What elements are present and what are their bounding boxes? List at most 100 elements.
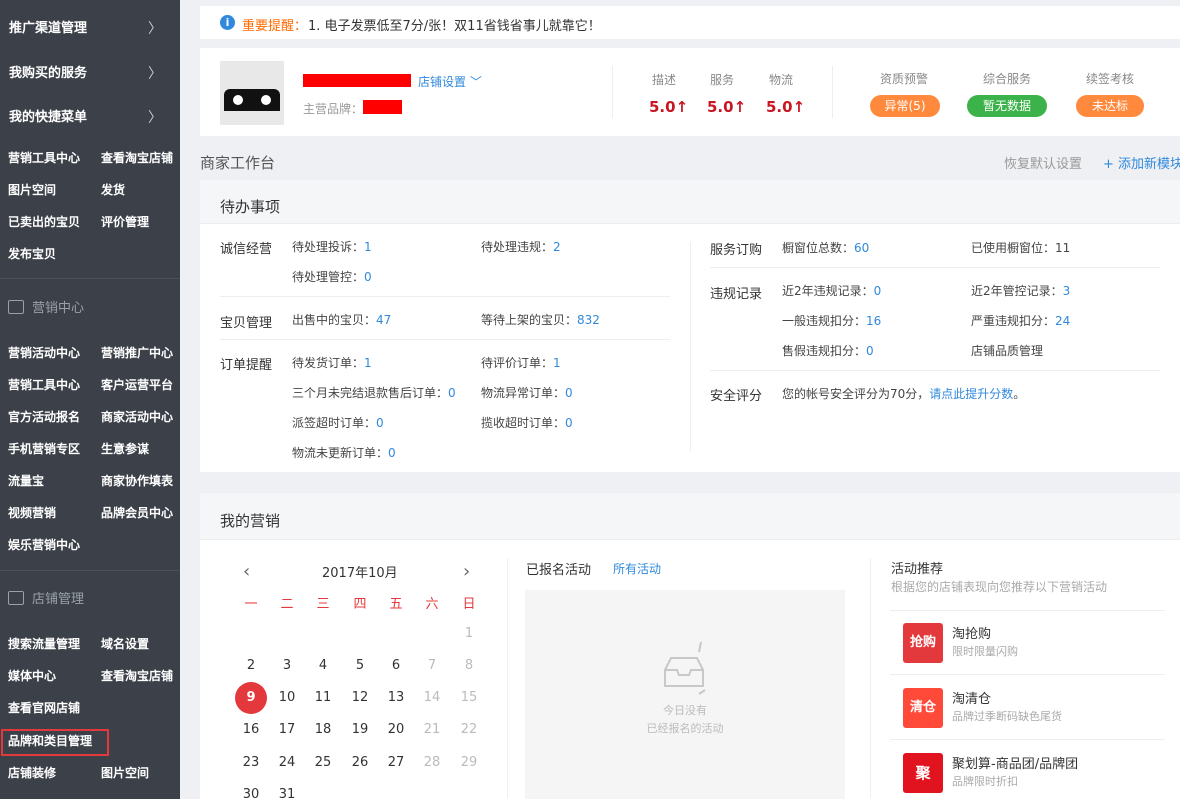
calendar-day[interactable]: 22 (455, 722, 483, 737)
reset-default-link[interactable]: 恢复默认设置 (1004, 153, 1082, 172)
fake-deduction-item[interactable]: 售假违规扣分：0 (782, 342, 874, 359)
rating-value[interactable]: 5.0↑ (766, 98, 805, 116)
sidebar-link[interactable]: 评价管理 (101, 214, 149, 230)
general-deduction-item[interactable]: 一般违规扣分：16 (782, 312, 881, 329)
sidebar-link[interactable]: 搜索流量管理 (8, 636, 80, 652)
refund-item[interactable]: 三个月未完结退款售后订单：0 (292, 384, 456, 401)
improve-score-link[interactable]: 请点此提升分数 (929, 387, 1013, 401)
sidebar-link[interactable]: 娱乐营销中心 (8, 537, 80, 553)
calendar-day[interactable]: 30 (237, 787, 265, 799)
violations-2y-item[interactable]: 近2年违规记录：0 (782, 282, 881, 299)
to-ship-item[interactable]: 待发货订单：1 (292, 354, 372, 371)
calendar-day[interactable]: 11 (309, 690, 337, 705)
badge-renewal[interactable]: 未达标 (1076, 95, 1144, 117)
calendar-day[interactable]: 1 (455, 626, 483, 641)
logistics-error-item[interactable]: 物流异常订单：0 (481, 384, 573, 401)
recommend-item[interactable]: 清仓 淘清仓 品牌过季断码缺色尾货 (890, 676, 1165, 740)
notice-text[interactable]: 1. 电子发票低至7分/张！双11省钱省事儿就靠它！ (308, 15, 601, 34)
calendar-day[interactable]: 20 (382, 722, 410, 737)
calendar-day[interactable]: 21 (418, 722, 446, 737)
calendar-day[interactable]: 7 (418, 658, 446, 673)
sidebar-link[interactable]: 品牌会员中心 (101, 505, 173, 521)
on-sale-item[interactable]: 出售中的宝贝：47 (292, 311, 391, 328)
quality-management-link[interactable]: 店铺品质管理 (971, 342, 1043, 359)
all-activities-link[interactable]: 所有活动 (613, 560, 661, 577)
controls-item[interactable]: 待处理管控：0 (292, 268, 372, 285)
calendar-day[interactable]: 17 (273, 722, 301, 737)
calendar-day[interactable]: 6 (382, 658, 410, 673)
sidebar-link[interactable]: 手机营销专区 (8, 441, 80, 457)
sidebar-header-shortcuts[interactable]: 我的快捷菜单〉 (0, 96, 180, 140)
calendar-day-today[interactable]: 9 (235, 682, 267, 714)
calendar-day[interactable]: 10 (273, 690, 301, 705)
badge-qualification[interactable]: 异常(5) (870, 95, 940, 117)
calendar-day[interactable]: 2 (237, 658, 265, 673)
pickup-timeout-item[interactable]: 揽收超时订单：0 (481, 414, 573, 431)
sidebar-link[interactable]: 生意参谋 (101, 441, 149, 457)
rating-value[interactable]: 5.0↑ (707, 98, 746, 116)
windows-item[interactable]: 橱窗位总数：60 (782, 239, 869, 256)
sidebar-link[interactable]: 营销活动中心 (8, 345, 80, 361)
sidebar-link[interactable]: 客户运营平台 (101, 377, 173, 393)
calendar-day[interactable]: 27 (382, 755, 410, 770)
controls-2y-item[interactable]: 近2年管控记录：3 (971, 282, 1070, 299)
calendar-day[interactable]: 26 (346, 755, 374, 770)
sidebar-link[interactable]: 发货 (101, 182, 125, 198)
violations-item[interactable]: 待处理违规：2 (481, 238, 561, 255)
calendar-day[interactable]: 28 (418, 755, 446, 770)
calendar-day[interactable]: 25 (309, 755, 337, 770)
to-review-item[interactable]: 待评价订单：1 (481, 354, 561, 371)
rating-value[interactable]: 5.0↑ (649, 98, 688, 116)
shop-logo[interactable] (220, 61, 284, 125)
calendar-day[interactable]: 18 (309, 722, 337, 737)
sidebar-link[interactable]: 流量宝 (8, 473, 44, 489)
sidebar-link[interactable]: 营销工具中心 (8, 377, 80, 393)
divider (220, 296, 670, 297)
sidebar-link[interactable]: 域名设置 (101, 636, 149, 652)
calendar-day[interactable]: 5 (346, 658, 374, 673)
pending-item[interactable]: 等待上架的宝贝：832 (481, 311, 600, 328)
sidebar-link[interactable]: 图片空间 (8, 182, 56, 198)
recommend-item[interactable]: 聚 聚划算-商品团/品牌团 品牌限时折扣 (890, 741, 1165, 799)
sidebar-link[interactable]: 媒体中心 (8, 668, 56, 684)
calendar-day[interactable]: 31 (273, 787, 301, 799)
calendar-day[interactable]: 15 (455, 690, 483, 705)
sidebar-link[interactable]: 营销推广中心 (101, 345, 173, 361)
marketing-title: 我的营销 (220, 512, 281, 530)
shop-settings-link[interactable]: 店铺设置 ﹀ (418, 73, 482, 90)
calendar-day[interactable]: 13 (382, 690, 410, 705)
sidebar-link[interactable]: 查看官网店铺 (8, 700, 80, 716)
sidebar-link[interactable]: 商家协作填表 (101, 473, 173, 489)
calendar-day[interactable]: 4 (309, 658, 337, 673)
next-month-icon[interactable]: › (463, 561, 470, 582)
sidebar-header-services[interactable]: 我购买的服务〉 (0, 52, 180, 96)
calendar-day[interactable]: 29 (455, 755, 483, 770)
prev-month-icon[interactable]: ‹ (243, 561, 250, 582)
severe-deduction-item[interactable]: 严重违规扣分：24 (971, 312, 1070, 329)
sidebar-header-channels[interactable]: 推广渠道管理〉 (0, 7, 180, 51)
calendar-day[interactable]: 12 (346, 690, 374, 705)
calendar-day[interactable]: 3 (273, 658, 301, 673)
calendar-day[interactable]: 19 (346, 722, 374, 737)
sidebar-link[interactable]: 店铺装修 (8, 765, 56, 781)
sidebar-link[interactable]: 官方活动报名 (8, 409, 80, 425)
calendar-day[interactable]: 24 (273, 755, 301, 770)
sidebar-link[interactable]: 已卖出的宝贝 (8, 214, 80, 230)
sidebar-link[interactable]: 营销工具中心 (8, 150, 80, 166)
delivery-timeout-item[interactable]: 派签超时订单：0 (292, 414, 384, 431)
add-module-link[interactable]: + 添加新模块 (1103, 153, 1180, 172)
complaints-item[interactable]: 待处理投诉：1 (292, 238, 372, 255)
calendar-day[interactable]: 23 (237, 755, 265, 770)
calendar-day[interactable]: 14 (418, 690, 446, 705)
badge-service[interactable]: 暂无数据 (967, 95, 1047, 117)
sidebar-link[interactable]: 商家活动中心 (101, 409, 173, 425)
sidebar-link[interactable]: 查看淘宝店铺 (101, 668, 173, 684)
sidebar-link[interactable]: 视频营销 (8, 505, 56, 521)
recommend-item[interactable]: 抢购 淘抢购 限时限量闪购 (890, 611, 1165, 675)
calendar-day[interactable]: 8 (455, 658, 483, 673)
sidebar-link[interactable]: 发布宝贝 (8, 246, 56, 262)
sidebar-link[interactable]: 图片空间 (101, 765, 149, 781)
calendar-day[interactable]: 16 (237, 722, 265, 737)
not-updated-item[interactable]: 物流未更新订单：0 (292, 444, 396, 461)
sidebar-link[interactable]: 查看淘宝店铺 (101, 150, 173, 166)
